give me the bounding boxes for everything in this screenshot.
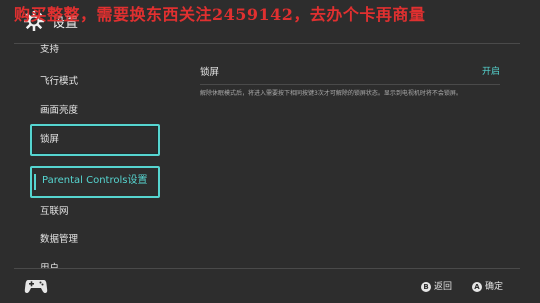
sidebar-item-label: 飞行模式 bbox=[40, 76, 79, 87]
setting-value: 开启 bbox=[481, 67, 500, 77]
setting-description: 解除休眠模式后，将进入需要按下相同按键3次才可解除的锁屏状态。显示到电视机时将不… bbox=[200, 90, 462, 97]
active-indicator bbox=[34, 174, 36, 190]
back-label: 返回 bbox=[434, 282, 453, 292]
back-hint[interactable]: B 返回 bbox=[421, 279, 452, 292]
b-button-icon: B bbox=[421, 281, 431, 292]
sidebar-item-airplane-mode[interactable]: 飞行模式 bbox=[30, 66, 160, 98]
sidebar-item-label: 支持 bbox=[40, 44, 60, 55]
sidebar: 支持 飞行模式 画面亮度 锁屏 Parental Controls设置 互联网 … bbox=[0, 44, 170, 268]
sidebar-item-label: Parental Controls设置 bbox=[42, 175, 148, 186]
setting-label: 锁屏 bbox=[200, 67, 220, 78]
confirm-label: 确定 bbox=[485, 282, 504, 292]
watermark-text: 购买整整，需要换东西关注2459142，去办个卡再商量 bbox=[14, 5, 426, 24]
footer-bar: B 返回 A 确定 bbox=[0, 269, 540, 303]
setting-divider bbox=[200, 84, 500, 85]
sidebar-item-label: 锁屏 bbox=[40, 134, 60, 145]
sidebar-item-parental-controls[interactable]: Parental Controls设置 bbox=[30, 166, 160, 198]
settings-panel: 锁屏 开启 解除休眠模式后，将进入需要按下相同按键3次才可解除的锁屏状态。显示到… bbox=[170, 44, 520, 268]
sidebar-item-label: 画面亮度 bbox=[40, 105, 79, 116]
sidebar-item-brightness[interactable]: 画面亮度 bbox=[30, 95, 160, 127]
sidebar-item-label: 数据管理 bbox=[40, 234, 79, 245]
battery-dots bbox=[30, 270, 46, 285]
sidebar-item-label: 互联网 bbox=[40, 206, 69, 217]
lock-screen-setting-row[interactable]: 锁屏 开启 bbox=[200, 56, 500, 84]
controller-icon bbox=[24, 280, 48, 293]
sidebar-item-lock-screen[interactable]: 锁屏 bbox=[30, 124, 160, 156]
confirm-hint[interactable]: A 确定 bbox=[472, 279, 503, 292]
top-bar: 设置 购买整整，需要换东西关注2459142，去办个卡再商量 bbox=[0, 0, 540, 44]
sidebar-item-support[interactable]: 支持 bbox=[30, 44, 160, 66]
sidebar-item-data-management[interactable]: 数据管理 bbox=[30, 224, 160, 256]
sidebar-item-users[interactable]: 用户 bbox=[30, 253, 160, 268]
a-button-icon: A bbox=[472, 281, 482, 292]
